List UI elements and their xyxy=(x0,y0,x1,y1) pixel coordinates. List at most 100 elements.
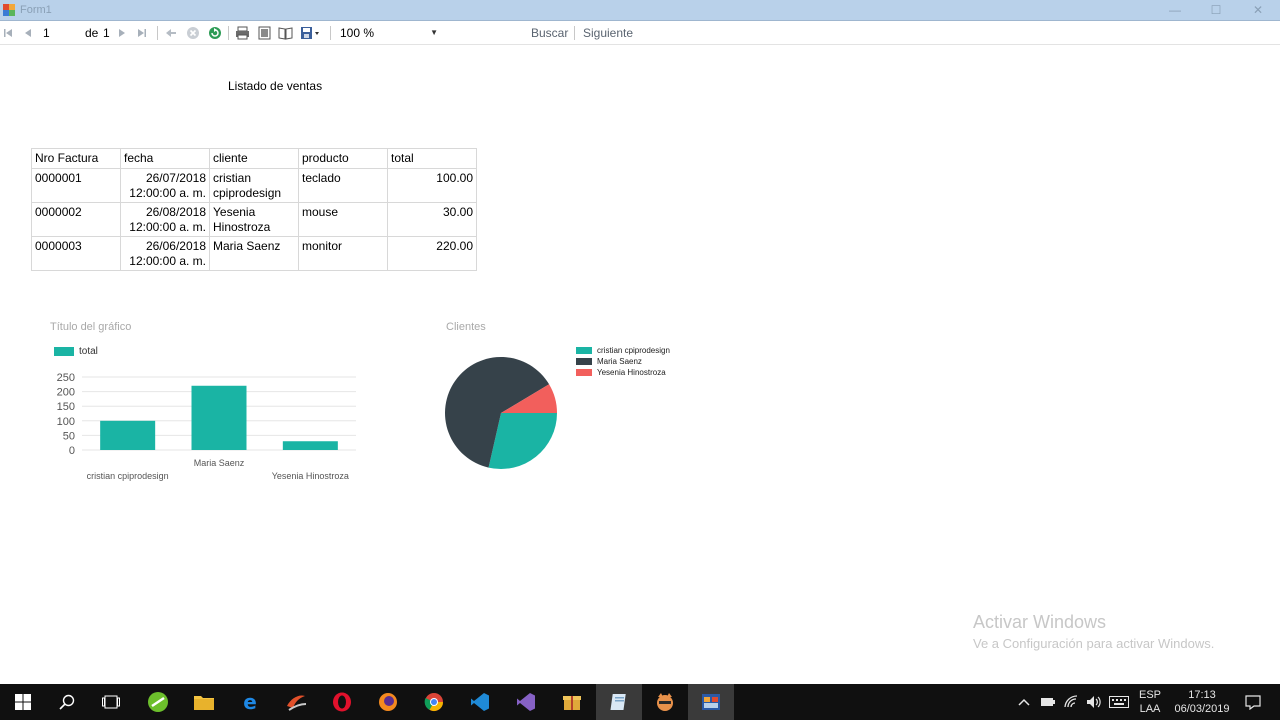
fecha-time: 12:00:00 a. m. xyxy=(129,254,206,268)
volume-icon[interactable] xyxy=(1084,684,1104,720)
notifications-icon[interactable] xyxy=(1240,684,1266,720)
system-clock[interactable]: 17:13 06/03/2019 xyxy=(1172,688,1232,716)
fecha-date: 26/08/2018 xyxy=(145,205,206,219)
vscode-icon[interactable] xyxy=(457,684,503,720)
cell-total: 220.00 xyxy=(387,236,477,271)
table-header-row: Nro Factura fecha cliente producto total xyxy=(31,148,477,169)
back-icon[interactable] xyxy=(164,25,178,41)
window-titlebar: Form1 — ☐ ✕ xyxy=(0,0,1280,21)
print-layout-icon[interactable] xyxy=(256,25,272,41)
sql-server-icon[interactable] xyxy=(273,684,319,720)
cell-producto: teclado xyxy=(298,168,388,203)
find-next-link[interactable]: Siguiente xyxy=(583,26,633,40)
table-row: 0000002 26/08/2018 12:00:00 a. m. Yesenia… xyxy=(31,202,477,237)
toolbar-separator xyxy=(157,26,158,40)
refresh-icon[interactable] xyxy=(207,25,223,41)
wifi-icon[interactable] xyxy=(1062,684,1082,720)
pie-chart-title: Clientes xyxy=(446,321,486,333)
fecha-time: 12:00:00 a. m. xyxy=(129,186,206,200)
y-tick-label: 0 xyxy=(69,445,75,457)
bar xyxy=(282,441,338,450)
cell-cliente: cristian cpiprodesign xyxy=(209,168,299,203)
minimize-button[interactable]: — xyxy=(1153,1,1197,19)
fecha-time: 12:00:00 a. m. xyxy=(129,220,206,234)
column-header: producto xyxy=(298,148,388,169)
visual-studio-icon[interactable] xyxy=(503,684,549,720)
pie-chart xyxy=(445,357,557,469)
opera-icon[interactable] xyxy=(319,684,365,720)
taskbar: e ESP LAA 17:13 06/03/2019 xyxy=(0,684,1280,720)
cell-factura: 0000001 xyxy=(31,168,121,203)
column-header: Nro Factura xyxy=(31,148,121,169)
legend-label: cristian cpiprodesign xyxy=(597,346,670,355)
window-title: Form1 xyxy=(20,4,52,16)
find-link[interactable]: Buscar xyxy=(531,26,568,40)
toolbar-separator xyxy=(330,26,331,40)
export-icon[interactable] xyxy=(299,25,321,41)
first-page-icon[interactable] xyxy=(2,25,14,41)
cliente-line: Yesenia xyxy=(213,205,256,219)
keyboard-icon[interactable] xyxy=(1107,684,1131,720)
search-icon[interactable] xyxy=(44,684,90,720)
pie-chart-legend: cristian cpiprodesign Maria Saenz Yeseni… xyxy=(576,345,670,378)
winforms-app-icon[interactable] xyxy=(688,684,734,720)
table-row: 0000001 26/07/2018 12:00:00 a. m. cristia… xyxy=(31,168,477,203)
report-toolbar: 1 de 1 100 % ▼ Buscar Siguiente xyxy=(0,22,1280,45)
firefox-icon[interactable] xyxy=(365,684,411,720)
legend-swatch xyxy=(576,358,592,365)
zoom-select[interactable]: 100 % ▼ xyxy=(340,25,442,41)
chevron-up-icon[interactable] xyxy=(1014,684,1034,720)
bar-chart-legend: total xyxy=(54,346,98,357)
battery-icon[interactable] xyxy=(1038,684,1058,720)
last-page-icon[interactable] xyxy=(136,25,148,41)
close-button[interactable]: ✕ xyxy=(1236,1,1280,19)
legend-swatch xyxy=(54,347,74,356)
file-explorer-icon[interactable] xyxy=(181,684,227,720)
previous-page-icon[interactable] xyxy=(22,25,34,41)
input-language[interactable]: ESP LAA xyxy=(1138,688,1162,716)
y-tick-label: 200 xyxy=(57,387,75,399)
page-of-label: de xyxy=(85,26,99,40)
page-number-input[interactable]: 1 xyxy=(43,25,77,41)
y-tick-label: 150 xyxy=(57,401,75,413)
page-setup-icon[interactable] xyxy=(277,25,293,41)
stop-icon[interactable] xyxy=(185,25,201,41)
task-view-icon[interactable] xyxy=(88,684,134,720)
sales-table: Nro Factura fecha cliente producto total… xyxy=(31,148,477,271)
cell-factura: 0000002 xyxy=(31,202,121,237)
fecha-date: 26/07/2018 xyxy=(145,171,206,185)
chrome-icon[interactable] xyxy=(411,684,457,720)
gift-box-icon[interactable] xyxy=(549,684,595,720)
cell-fecha: 26/08/2018 12:00:00 a. m. xyxy=(120,202,210,237)
print-icon[interactable] xyxy=(234,25,250,41)
cell-factura: 0000003 xyxy=(31,236,121,271)
svg-text:e: e xyxy=(243,692,257,712)
report-title: Listado de ventas xyxy=(228,79,323,93)
report-app-taskbar-icon[interactable] xyxy=(596,684,642,720)
clock-time: 17:13 xyxy=(1188,689,1216,701)
next-page-icon[interactable] xyxy=(116,25,128,41)
fecha-date: 26/06/2018 xyxy=(145,239,206,253)
bar-chart: 0 50 100 150 200 250 cristian cpiprodesign Mari… xyxy=(57,372,356,481)
legend-swatch xyxy=(576,369,592,376)
cell-cliente: Yesenia Hinostroza xyxy=(209,202,299,237)
page-total: 1 xyxy=(103,26,110,40)
y-tick-label: 250 xyxy=(57,372,75,384)
ninja-cat-icon[interactable] xyxy=(642,684,688,720)
cell-fecha: 26/06/2018 12:00:00 a. m. xyxy=(120,236,210,271)
cell-total: 30.00 xyxy=(387,202,477,237)
zoom-value: 100 % xyxy=(340,26,375,40)
column-header: fecha xyxy=(120,148,210,169)
camtasia-icon[interactable] xyxy=(135,684,181,720)
cell-total: 100.00 xyxy=(387,168,477,203)
y-tick-label: 100 xyxy=(57,416,75,428)
start-button[interactable] xyxy=(0,684,46,720)
edge-icon[interactable]: e xyxy=(227,684,273,720)
legend-label: Maria Saenz xyxy=(597,357,642,366)
x-tick-label: Yesenia Hinostroza xyxy=(272,471,349,481)
cell-cliente: Maria Saenz xyxy=(209,236,299,271)
activation-watermark-title: Activar Windows xyxy=(973,612,1107,632)
find-text-input[interactable] xyxy=(452,25,522,41)
maximize-button[interactable]: ☐ xyxy=(1194,1,1238,19)
legend-swatch xyxy=(576,347,592,354)
